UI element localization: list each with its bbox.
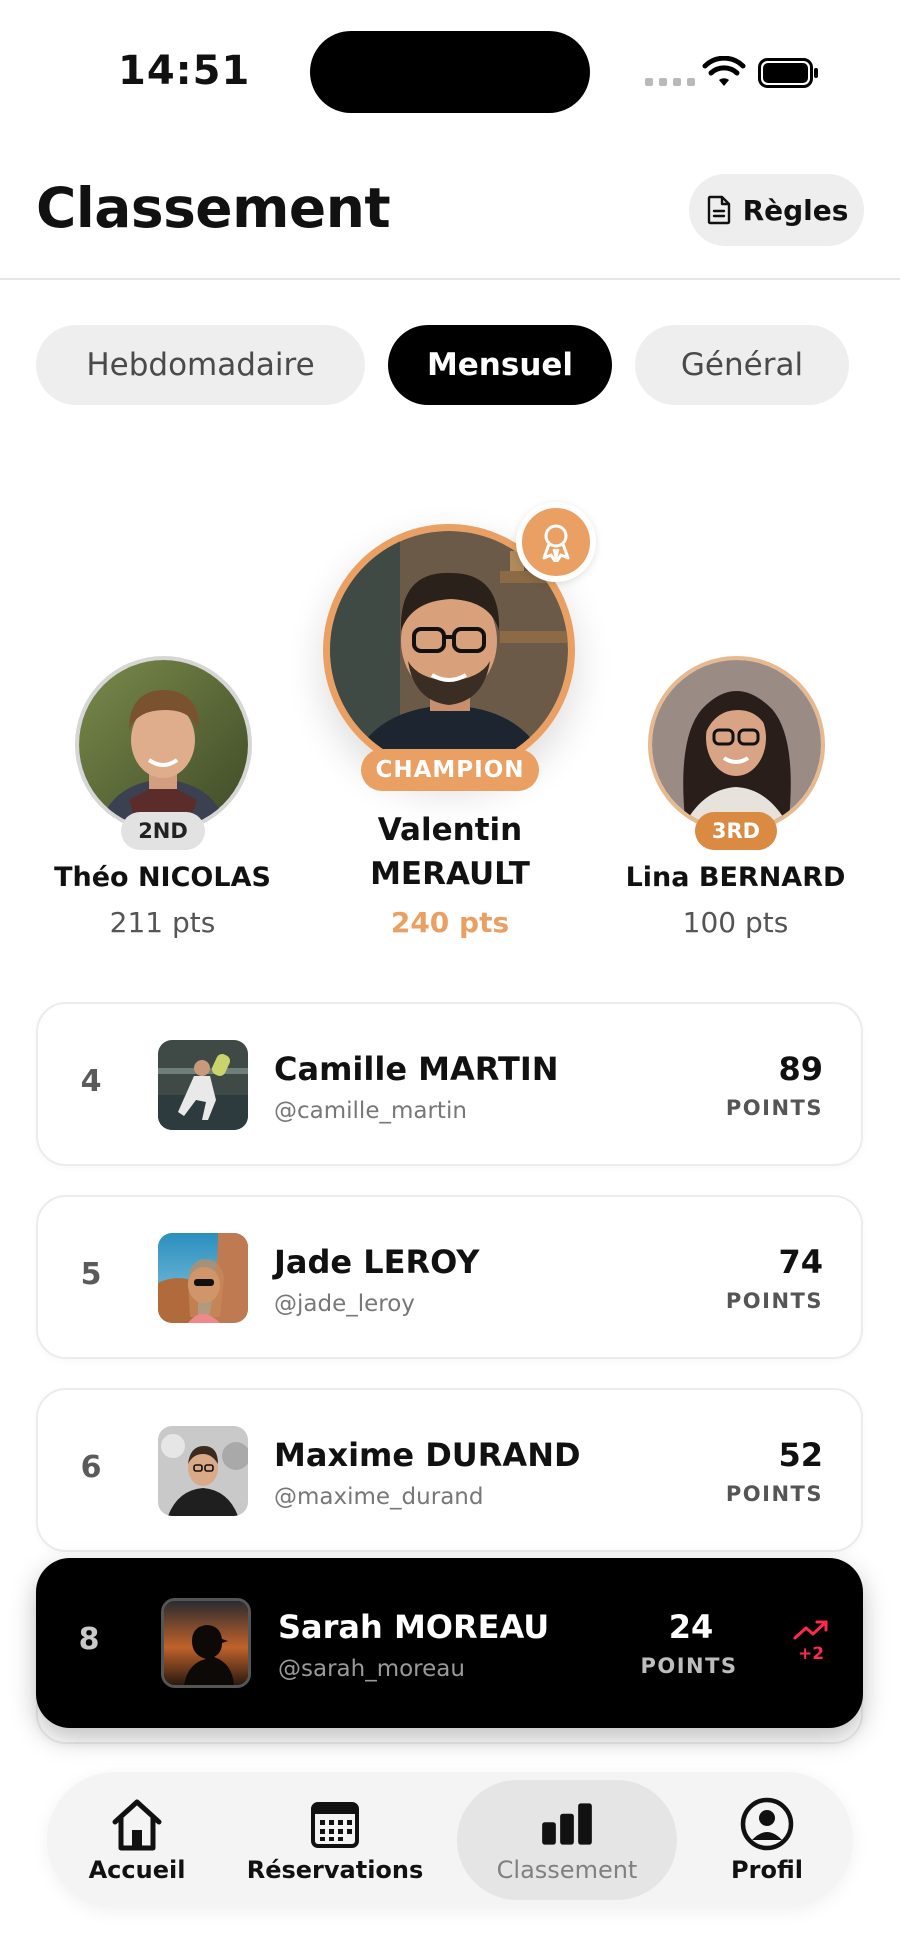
profile-icon <box>740 1797 794 1851</box>
nav-classement[interactable]: Classement <box>457 1780 677 1900</box>
battery-icon <box>758 58 818 88</box>
page-title: Classement <box>36 176 391 240</box>
current-user-score-label: POINTS <box>640 1654 738 1678</box>
current-user-avatar <box>161 1598 251 1688</box>
rules-button[interactable]: Règles <box>689 174 864 246</box>
second-place-badge: 2ND <box>121 812 205 850</box>
player-score: 52 <box>778 1436 823 1474</box>
tab-mensuel[interactable]: Mensuel <box>388 325 612 405</box>
third-place-name: Lina BERNARD <box>625 862 846 893</box>
wifi-icon <box>702 56 746 86</box>
tab-hebdomadaire[interactable]: Hebdomadaire <box>36 325 365 405</box>
calendar-icon <box>311 1802 359 1848</box>
current-user-score: 24 <box>668 1608 714 1646</box>
current-user-rank: 8 <box>78 1622 100 1657</box>
player-score-label: POINTS <box>725 1289 823 1313</box>
current-user-row[interactable]: 8 Sarah MOREAU @sarah_moreau 24 POINTS +… <box>36 1558 863 1728</box>
second-place-points: 211 pts <box>109 906 216 939</box>
player-avatar <box>158 1233 248 1323</box>
ranking-row[interactable]: 4 Camille MARTIN @camille_martin 89 POIN… <box>36 1002 863 1166</box>
player-score-label: POINTS <box>725 1482 823 1506</box>
player-score: 74 <box>778 1243 823 1281</box>
champion-badge: CHAMPION <box>361 749 539 791</box>
rules-button-label: Règles <box>742 193 849 227</box>
tab-general[interactable]: Général <box>635 325 849 405</box>
nav-profil[interactable]: Profil <box>707 1780 827 1900</box>
cellular-signal-icon <box>645 78 695 86</box>
trend-indicator: +2 <box>781 1618 841 1664</box>
player-handle: @camille_martin <box>274 1098 467 1124</box>
player-name: Maxime DURAND <box>274 1436 581 1474</box>
page-header: Classement Règles <box>0 150 900 280</box>
nav-label: Accueil <box>88 1856 186 1884</box>
nav-label: Profil <box>731 1856 803 1884</box>
player-name: Camille MARTIN <box>274 1050 559 1088</box>
player-handle: @jade_leroy <box>274 1291 415 1317</box>
nav-label: Réservations <box>246 1856 424 1884</box>
ranking-row[interactable]: 5 Jade LEROY @jade_leroy 74 POINTS <box>36 1195 863 1359</box>
trend-value: +2 <box>797 1644 825 1664</box>
champion-first-name: Valentin <box>377 812 523 848</box>
second-place-avatar[interactable] <box>75 656 252 833</box>
third-place-badge: 3RD <box>695 812 777 850</box>
bottom-navigation: Accueil Réservations Classement Profil <box>47 1772 853 1908</box>
player-handle: @maxime_durand <box>274 1484 484 1510</box>
nav-reservations[interactable]: Réservations <box>245 1780 425 1900</box>
player-avatar <box>158 1426 248 1516</box>
avatar-photo <box>652 660 821 829</box>
champion-award-icon <box>516 502 596 582</box>
status-bar: 14:51 <box>0 0 900 120</box>
player-score: 89 <box>778 1050 823 1088</box>
ranking-position: 4 <box>80 1064 102 1099</box>
player-score-label: POINTS <box>725 1096 823 1120</box>
avatar-photo <box>79 660 248 829</box>
champion-last-name: MERAULT <box>370 856 530 892</box>
second-place-name: Théo NICOLAS <box>54 862 271 893</box>
third-place-points: 100 pts <box>682 906 789 939</box>
ranking-position: 6 <box>80 1450 102 1485</box>
player-name: Jade LEROY <box>274 1243 480 1281</box>
player-avatar <box>158 1040 248 1130</box>
document-icon <box>707 195 730 225</box>
status-time: 14:51 <box>118 48 251 94</box>
dynamic-island <box>310 31 590 113</box>
ranking-position: 5 <box>80 1257 102 1292</box>
trending-up-icon <box>793 1620 828 1640</box>
home-icon <box>112 1799 162 1851</box>
current-user-handle: @sarah_moreau <box>278 1656 465 1682</box>
bar-chart-icon <box>542 1803 592 1845</box>
ranking-row[interactable]: 6 Maxime DURAND @maxime_durand 52 POINTS <box>36 1388 863 1552</box>
third-place-avatar[interactable] <box>648 656 825 833</box>
current-user-name: Sarah MOREAU <box>278 1608 550 1646</box>
nav-label: Classement <box>496 1856 638 1884</box>
nav-accueil[interactable]: Accueil <box>67 1780 207 1900</box>
champion-points: 240 pts <box>390 906 510 939</box>
